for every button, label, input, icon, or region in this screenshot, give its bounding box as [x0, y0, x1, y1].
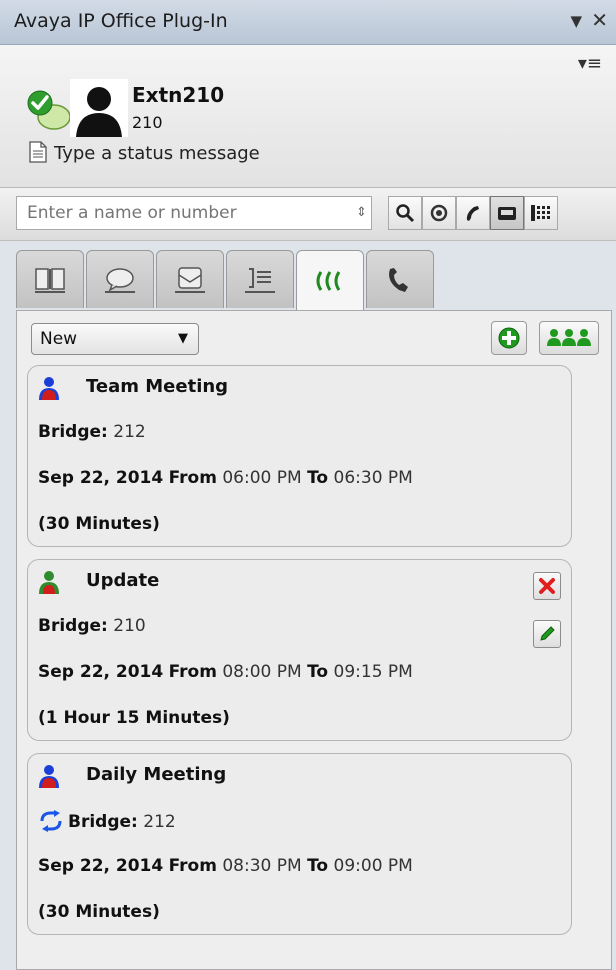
window-title: Avaya IP Office Plug-In — [14, 10, 228, 32]
meeting-card[interactable]: Update Bridge: 210 Sep 22, 2014 From 08:… — [27, 559, 572, 741]
edit-meeting-button[interactable] — [533, 620, 561, 648]
voicemail-button[interactable] — [422, 196, 456, 230]
desk-phone-button[interactable] — [490, 196, 524, 230]
chevron-down-icon: ▼ — [178, 331, 188, 346]
conference-icon — [316, 270, 341, 291]
search-icon — [396, 204, 415, 223]
dialpad-button[interactable] — [524, 196, 558, 230]
tab-voicemail[interactable] — [156, 250, 224, 308]
extension-number: 210 — [132, 113, 163, 132]
meeting-card[interactable]: Team Meeting Bridge: 212 Sep 22, 2014 Fr… — [27, 365, 572, 547]
avatar[interactable] — [70, 79, 128, 137]
add-conference-icon — [498, 327, 520, 349]
avatar-silhouette-icon — [76, 87, 122, 137]
duration-row: (30 Minutes) — [38, 902, 160, 922]
recurring-icon — [40, 810, 62, 832]
bridge-row: Bridge: 210 — [38, 616, 146, 636]
bridge-row: Bridge: 212 — [38, 422, 146, 442]
status-message-input[interactable]: Type a status message — [54, 143, 260, 164]
duration-row: (30 Minutes) — [38, 514, 160, 534]
edit-pencil-icon — [540, 626, 555, 641]
meeting-title: Team Meeting — [86, 376, 229, 397]
group-conference-button[interactable] — [539, 321, 599, 355]
call-log-icon — [245, 267, 275, 293]
tab-messaging[interactable] — [86, 250, 154, 308]
search-button[interactable] — [388, 196, 422, 230]
profile-panel: ▾≡ Extn210 210 Type a status message — [0, 45, 616, 188]
tab-directory[interactable] — [16, 250, 84, 308]
note-icon — [29, 141, 47, 163]
schedule-row: Sep 22, 2014 From 06:00 PM To 06:30 PM — [38, 468, 413, 488]
duration-row: (1 Hour 15 Minutes) — [38, 708, 230, 728]
chat-bubble-icon — [105, 267, 135, 293]
person-icon — [39, 765, 59, 788]
delete-meeting-button[interactable] — [533, 572, 561, 600]
menu-icon[interactable]: ▾≡ — [578, 53, 602, 74]
person-icon — [39, 377, 59, 400]
meeting-title: Daily Meeting — [86, 764, 227, 785]
meeting-card[interactable]: Daily Meeting Bridge: 212 Sep 22, 2014 F… — [27, 753, 572, 935]
person-icon — [39, 571, 59, 594]
dialpad-icon — [531, 205, 550, 221]
delete-icon — [539, 578, 555, 594]
search-bar: ⇕ — [0, 188, 616, 241]
title-bar: Avaya IP Office Plug-In ▼ ✕ — [0, 0, 616, 45]
meeting-title: Update — [86, 570, 160, 591]
bridge-row: Bridge: 212 — [38, 810, 176, 832]
collapse-icon[interactable]: ▼ — [570, 12, 582, 30]
phone-handset-icon — [389, 267, 408, 292]
tab-call-log[interactable] — [226, 250, 294, 308]
directory-book-icon — [35, 267, 65, 293]
voicemail-icon — [430, 204, 448, 222]
schedule-row: Sep 22, 2014 From 08:30 PM To 09:00 PM — [38, 856, 413, 876]
available-presence-icon[interactable] — [24, 85, 74, 135]
meeting-filter-select[interactable]: New ▼ — [31, 323, 199, 355]
add-conference-button[interactable] — [491, 321, 527, 355]
group-conference-icon — [547, 329, 591, 346]
meeting-filter-value: New — [40, 329, 78, 349]
voicemail-tab-icon — [175, 266, 205, 293]
schedule-row: Sep 22, 2014 From 08:00 PM To 09:15 PM — [38, 662, 413, 682]
tab-conference[interactable] — [296, 250, 364, 312]
conference-panel: New ▼ Team Meeting Bridge: 212 Sep 22, 2… — [16, 310, 612, 970]
spinner-icon[interactable]: ⇕ — [356, 201, 367, 225]
search-input[interactable] — [16, 196, 372, 230]
call-icon — [466, 206, 479, 221]
close-icon[interactable]: ✕ — [591, 8, 608, 32]
extension-name: Extn210 — [132, 83, 225, 107]
call-button[interactable] — [456, 196, 490, 230]
desk-phone-icon — [498, 207, 516, 220]
tab-calls[interactable] — [366, 250, 434, 308]
